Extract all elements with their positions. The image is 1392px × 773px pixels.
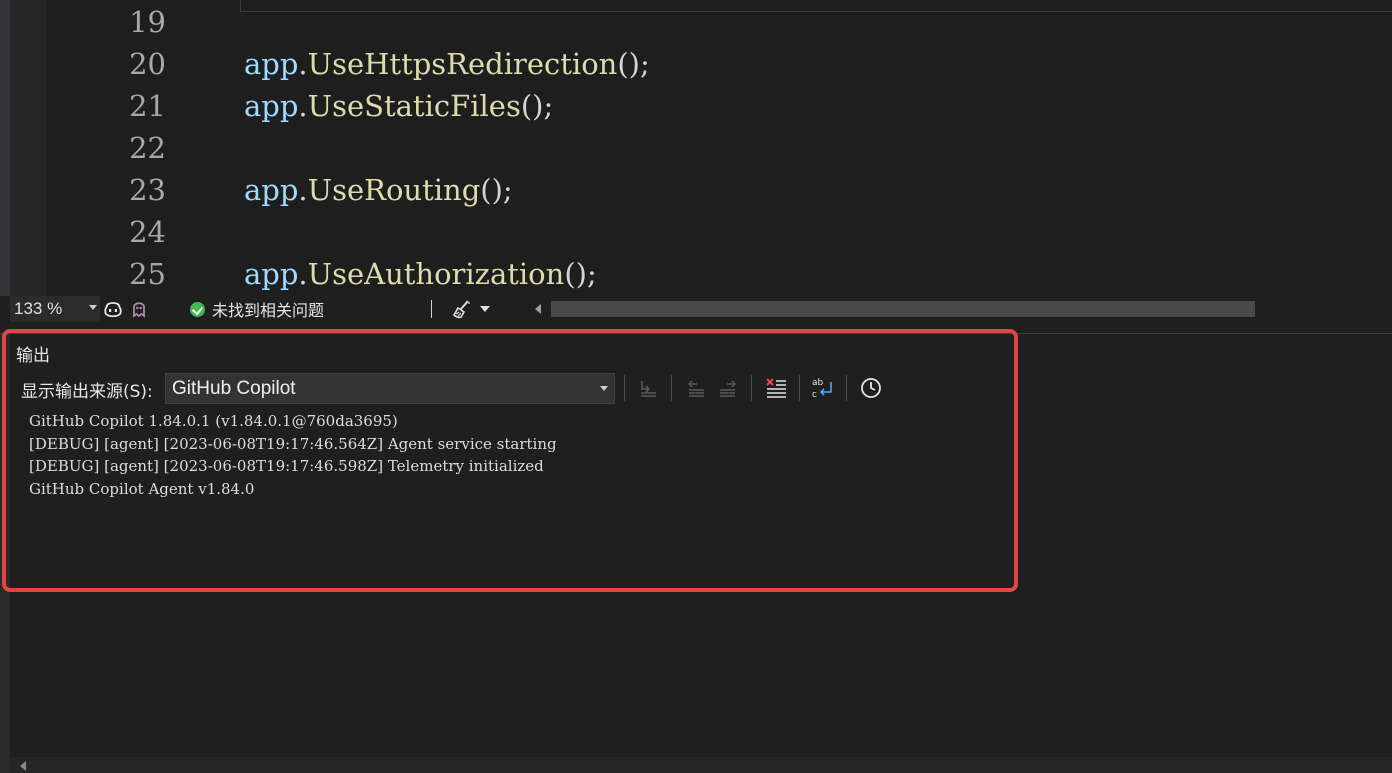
toggle-timestamp-button[interactable] [857, 375, 885, 401]
log-line: GitHub Copilot Agent v1.84.0 [29, 479, 255, 498]
log-line: [DEBUG] [agent] [2023-06-08T19:17:46.598… [29, 457, 544, 476]
toolbar-separator [846, 375, 847, 401]
svg-text:ab: ab [812, 378, 824, 388]
code-token: (); [617, 47, 650, 81]
code-token: app [244, 89, 299, 123]
code-token: UseStaticFiles [307, 89, 521, 123]
toggle-word-wrap-button[interactable]: ab c [809, 375, 837, 401]
goto-next-icon [720, 380, 737, 397]
line-number: 21 [129, 89, 166, 123]
goto-prev-message-button[interactable] [634, 375, 662, 401]
toolbar-separator [799, 375, 800, 401]
line-number: 19 [129, 5, 166, 39]
code-text: app.UseAuthorization(); [244, 253, 597, 295]
toggle-word-wrap-icon: ab c [812, 378, 832, 400]
code-line[interactable]: 23 app.UseRouting(); [0, 169, 1392, 211]
cleanup-dropdown-chevron-icon[interactable] [480, 306, 490, 312]
code-token: . [298, 47, 308, 81]
output-empty-area [10, 588, 1392, 758]
toolbar-separator [751, 375, 752, 401]
code-token: (); [480, 173, 513, 207]
line-number: 22 [129, 131, 166, 165]
code-editor[interactable]: 19 20 app.UseHttpsRedirection(); 21 app.UseS… [0, 0, 1392, 296]
clear-all-icon [766, 378, 786, 398]
code-line[interactable]: 19 [0, 1, 1392, 43]
no-issues-icon [190, 301, 205, 317]
editor-status-bar: 133 % 未找到相关问题 [0, 296, 1392, 322]
log-line: [DEBUG] [agent] [2023-06-08T19:17:46.564… [29, 434, 557, 453]
code-text: app.UseRouting(); [244, 169, 513, 211]
log-line: GitHub Copilot 1.84.0.1 (v1.84.0.1@760da… [29, 412, 398, 430]
zoom-level: 133 % [14, 299, 63, 318]
zoom-dropdown[interactable]: 133 % [10, 296, 100, 322]
code-line[interactable]: 20 app.UseHttpsRedirection(); [0, 43, 1392, 85]
scroll-left-arrow-icon[interactable] [20, 761, 26, 771]
code-token: app [244, 257, 299, 291]
code-token: app [244, 47, 299, 81]
issues-text: 未找到相关问题 [212, 301, 325, 320]
code-token: (); [520, 89, 554, 123]
log-lines: GitHub Copilot 1.84.0.1 (v1.84.0.1@760da… [29, 410, 1392, 500]
code-token: . [298, 257, 308, 291]
code-token: UseAuthorization [307, 257, 565, 291]
code-token: UseRouting [307, 173, 481, 207]
goto-prev-message-icon [641, 381, 656, 397]
output-source-select[interactable]: GitHub Copilot [165, 373, 615, 404]
code-token: (); [564, 257, 597, 291]
status-separator [431, 300, 432, 318]
output-panel: 输出 显示输出来源(S): GitHub Copilot ab c GitHub… [0, 334, 1392, 773]
chevron-down-icon [600, 386, 608, 391]
output-log[interactable]: GitHub Copilot 1.84.0.1 (v1.84.0.1@760da… [10, 408, 1392, 588]
copilot-icon[interactable] [103, 299, 123, 319]
panel-splitter[interactable] [0, 322, 1392, 334]
code-token: app [244, 173, 299, 207]
code-line[interactable]: 24 [0, 211, 1392, 253]
goto-next-button[interactable] [714, 375, 742, 401]
svg-text:c: c [812, 390, 817, 400]
output-panel-title: 输出 [16, 346, 50, 366]
clear-all-button[interactable] [762, 375, 790, 401]
code-line[interactable]: 22 [0, 127, 1392, 169]
line-number: 24 [129, 215, 166, 249]
code-text: app.UseStaticFiles(); [244, 85, 553, 127]
cleanup-brush-icon[interactable] [452, 299, 474, 319]
code-token: . [298, 173, 308, 207]
goto-prev-button[interactable] [682, 375, 710, 401]
toolbar-separator [671, 375, 672, 401]
code-token: UseHttpsRedirection [307, 47, 618, 81]
output-horizontal-scrollbar[interactable] [10, 757, 1392, 773]
output-source-label: 显示输出来源(S): [21, 382, 153, 402]
line-number: 20 [129, 47, 166, 81]
goto-prev-icon [687, 380, 704, 397]
output-left-strip [0, 334, 10, 773]
line-number: 25 [129, 257, 166, 291]
timestamp-icon [861, 378, 881, 398]
toolbar-separator [624, 375, 625, 401]
line-number: 23 [129, 173, 166, 207]
issues-indicator[interactable]: 未找到相关问题 [190, 296, 324, 322]
code-token: . [298, 89, 308, 123]
output-source-value: GitHub Copilot [172, 377, 296, 399]
chevron-down-icon [89, 305, 97, 310]
code-line[interactable]: 21 app.UseStaticFiles(); [0, 85, 1392, 127]
horizontal-scrollbar[interactable] [551, 301, 1255, 317]
scroll-left-arrow-icon[interactable] [535, 304, 541, 314]
code-line[interactable]: 25 app.UseAuthorization(); [0, 253, 1392, 295]
ghost-icon[interactable] [129, 299, 149, 319]
code-text: app.UseHttpsRedirection(); [244, 43, 650, 85]
